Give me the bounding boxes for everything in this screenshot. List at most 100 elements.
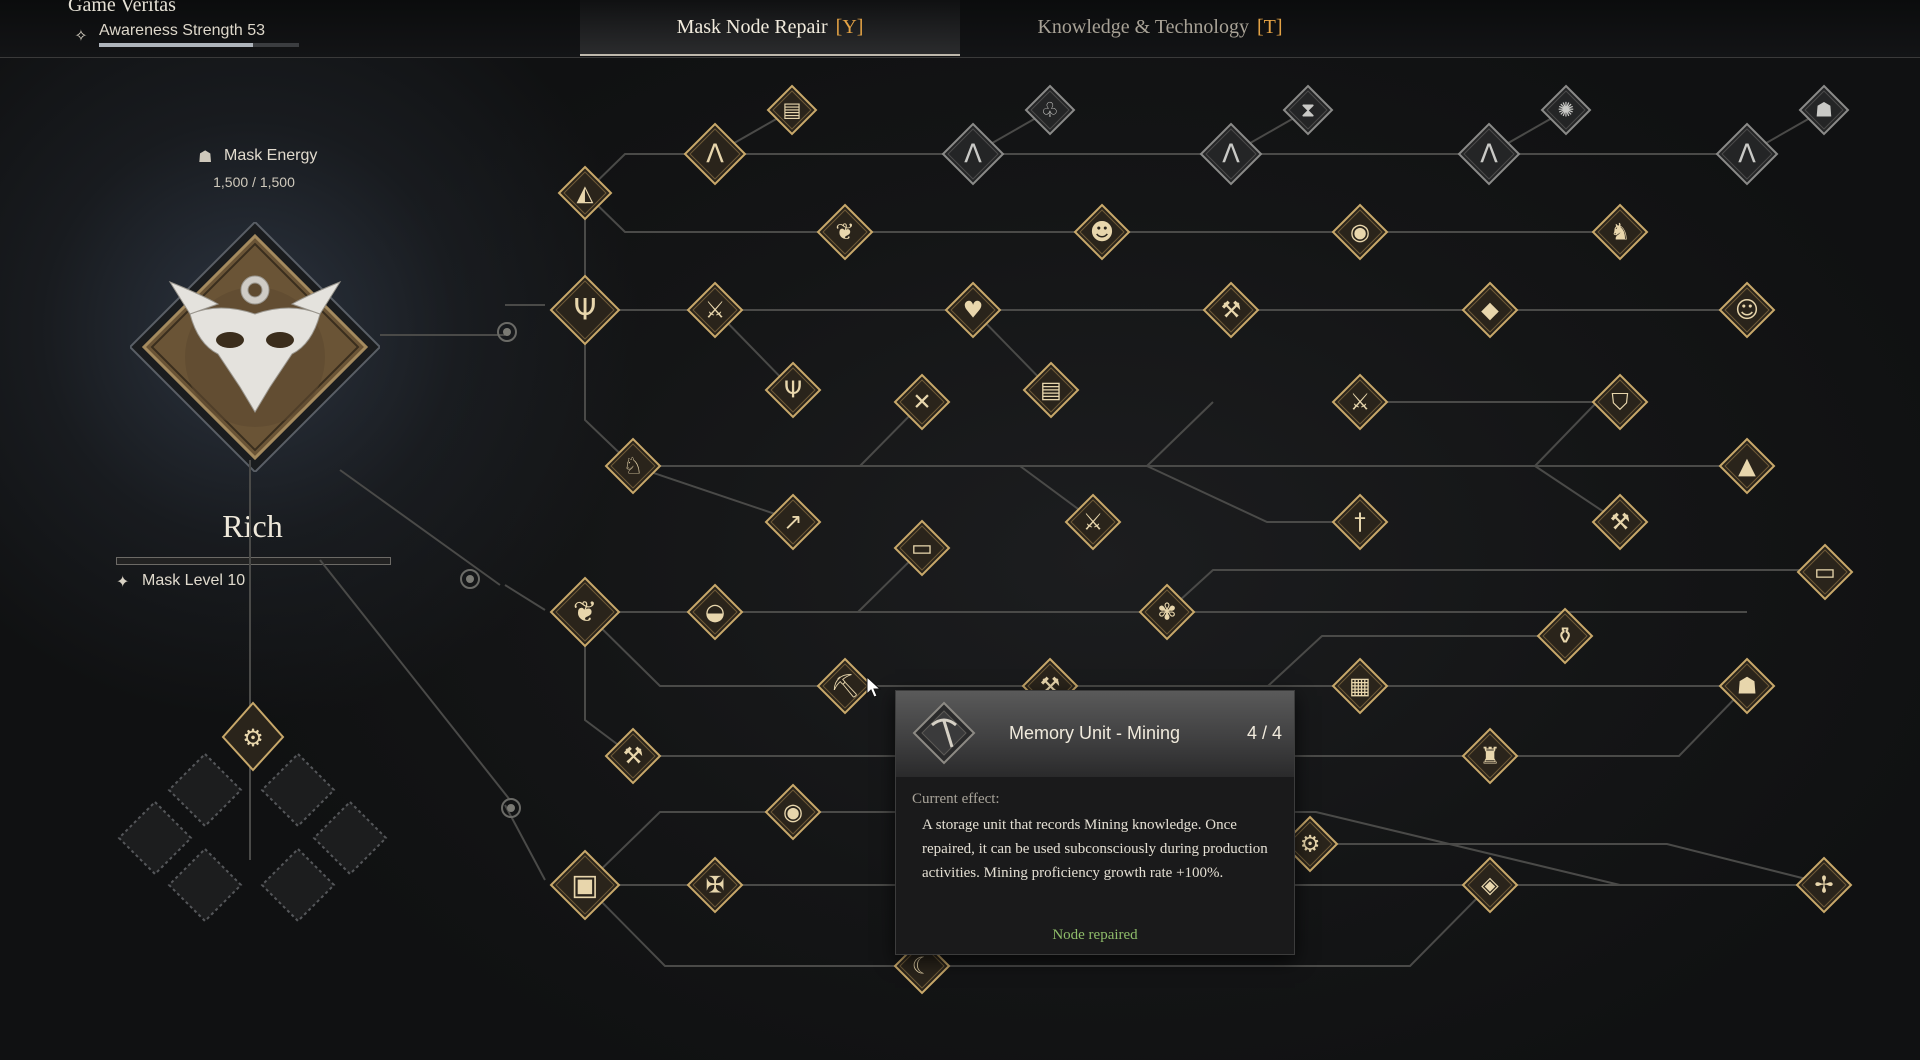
svg-text:▦: ▦ [1349, 674, 1371, 700]
svg-text:☗: ☗ [1737, 674, 1758, 700]
hammer-icon[interactable]: ⚒ [1591, 493, 1649, 551]
mask-outline-icon[interactable]: ☺ [1718, 281, 1776, 339]
sword-pick-icon[interactable]: ⚒ [1202, 281, 1260, 339]
svg-text:▤: ▤ [783, 98, 802, 122]
svg-text:☺: ☺ [1735, 298, 1759, 324]
trident-icon[interactable]: Ψ [549, 274, 621, 346]
empty-slot[interactable] [260, 847, 336, 923]
svg-text:❦: ❦ [573, 595, 597, 629]
svg-text:Λ: Λ [706, 139, 724, 169]
svg-text:✕: ✕ [912, 390, 931, 416]
svg-text:Λ: Λ [1480, 139, 1498, 169]
svg-text:⚒: ⚒ [623, 744, 644, 770]
svg-text:♥: ♥ [963, 298, 984, 324]
ore-bars-icon[interactable]: ▦ [1331, 657, 1389, 715]
svg-text:◭: ◭ [577, 181, 594, 206]
a-sigil-icon[interactable]: Λ [941, 122, 1005, 186]
svg-text:▤: ▤ [1040, 378, 1062, 404]
svg-text:▭: ▭ [911, 536, 933, 562]
anvil-icon[interactable]: ⚒ [604, 727, 662, 785]
pickaxe-icon [912, 701, 976, 765]
empty-slot[interactable] [312, 800, 388, 876]
svg-text:⛏: ⛏ [830, 674, 859, 700]
node-tooltip: Memory Unit - Mining 4 / 4 Current effec… [895, 690, 1295, 955]
dagger-icon[interactable]: ⚔ [1064, 493, 1122, 551]
svg-text:⚔: ⚔ [1083, 510, 1104, 536]
horned-helm-icon[interactable]: ♞ [1591, 203, 1649, 261]
tooltip-status: Node repaired [1052, 927, 1138, 943]
eye-icon[interactable]: ◉ [1331, 203, 1389, 261]
svg-text:Ψ: Ψ [784, 378, 802, 404]
crossed-swords-icon[interactable]: ⚔ [1331, 373, 1389, 431]
mouse-cursor-icon [866, 676, 882, 698]
slot-core-node[interactable]: ⚙ [221, 701, 285, 772]
svg-text:⚱: ⚱ [1555, 624, 1574, 650]
shield-icon[interactable]: ⛉ [1591, 373, 1649, 431]
svg-text:♞: ♞ [1610, 220, 1631, 246]
a-sigil-icon[interactable]: Λ [683, 122, 747, 186]
stone-icon[interactable]: ◆ [1461, 281, 1519, 339]
svg-text:✾: ✾ [1157, 600, 1176, 626]
empty-slot[interactable] [167, 847, 243, 923]
tooltip-description: A storage unit that records Mining knowl… [922, 817, 1268, 881]
svg-text:⧗: ⧗ [1301, 98, 1315, 122]
a-sigil-icon[interactable]: Λ [1457, 122, 1521, 186]
empty-slot[interactable] [260, 752, 336, 828]
spear-icon[interactable]: ↗ [764, 493, 822, 551]
svg-text:♜: ♜ [1480, 744, 1501, 770]
svg-text:⚙: ⚙ [242, 724, 264, 752]
svg-text:✠: ✠ [705, 873, 724, 899]
compass-icon[interactable]: ✺ [1540, 84, 1592, 136]
empty-slot[interactable] [167, 752, 243, 828]
svg-text:◆: ◆ [1481, 298, 1499, 324]
wood-plank-icon[interactable]: ▭ [1796, 543, 1854, 601]
svg-text:◉: ◉ [783, 800, 803, 826]
svg-text:▣: ▣ [571, 868, 598, 902]
eye-icon[interactable]: ◉ [764, 783, 822, 841]
svg-text:✢: ✢ [1814, 873, 1833, 899]
hourglass-icon[interactable]: ⧗ [1282, 84, 1334, 136]
svg-text:♘: ♘ [623, 454, 644, 480]
knight-helm-icon[interactable]: ☗ [1798, 84, 1850, 136]
tooltip-effect-label: Current effect: [912, 791, 1000, 807]
handshake-icon[interactable]: ❦ [816, 203, 874, 261]
svg-text:⚒: ⚒ [1610, 510, 1631, 536]
svg-text:☻: ☻ [1090, 220, 1114, 246]
map-scroll-icon[interactable]: ▤ [766, 84, 818, 136]
svg-text:†: † [1354, 510, 1366, 536]
trio-figures-icon[interactable]: ♧ [1024, 84, 1076, 136]
svg-text:Λ: Λ [1738, 139, 1756, 169]
pickaxe-icon[interactable]: ⛏ [816, 657, 874, 715]
sword-icon[interactable]: † [1331, 493, 1389, 551]
svg-text:♧: ♧ [1041, 98, 1059, 122]
svg-text:⚒: ⚒ [1221, 298, 1242, 324]
svg-text:☾: ☾ [912, 954, 933, 980]
svg-text:◉: ◉ [1350, 220, 1370, 246]
mask-icon[interactable]: ☻ [1073, 203, 1131, 261]
svg-text:◈: ◈ [1481, 873, 1499, 899]
svg-text:Λ: Λ [964, 139, 982, 169]
knot-icon[interactable]: ✠ [686, 856, 744, 914]
bowl-icon[interactable]: ◒ [686, 583, 744, 641]
svg-text:⛉: ⛉ [1611, 390, 1628, 416]
tooltip-title: Memory Unit - Mining [1009, 723, 1181, 743]
svg-text:Λ: Λ [1222, 139, 1240, 169]
svg-text:▲: ▲ [1738, 454, 1756, 480]
crossbow-icon[interactable]: ✢ [1795, 856, 1853, 914]
svg-text:☗: ☗ [1815, 98, 1833, 122]
svg-text:❦: ❦ [835, 220, 854, 246]
svg-text:⚔: ⚔ [1350, 390, 1371, 416]
wheat-icon[interactable]: ✾ [1138, 583, 1196, 641]
svg-text:⚔: ⚔ [705, 298, 726, 324]
jar-icon[interactable]: ⚱ [1536, 607, 1594, 665]
forge-icon[interactable]: ♜ [1461, 727, 1519, 785]
tent-icon[interactable]: ▲ [1718, 437, 1776, 495]
a-sigil-icon[interactable]: Λ [1715, 122, 1779, 186]
empty-slot[interactable] [117, 800, 193, 876]
svg-text:◒: ◒ [705, 600, 725, 626]
tooltip-level-count: 4 / 4 [1246, 723, 1282, 743]
svg-text:↗: ↗ [783, 510, 802, 536]
a-sigil-icon[interactable]: Λ [1199, 122, 1263, 186]
svg-text:▭: ▭ [1814, 560, 1836, 586]
svg-text:⚙: ⚙ [1300, 832, 1321, 858]
